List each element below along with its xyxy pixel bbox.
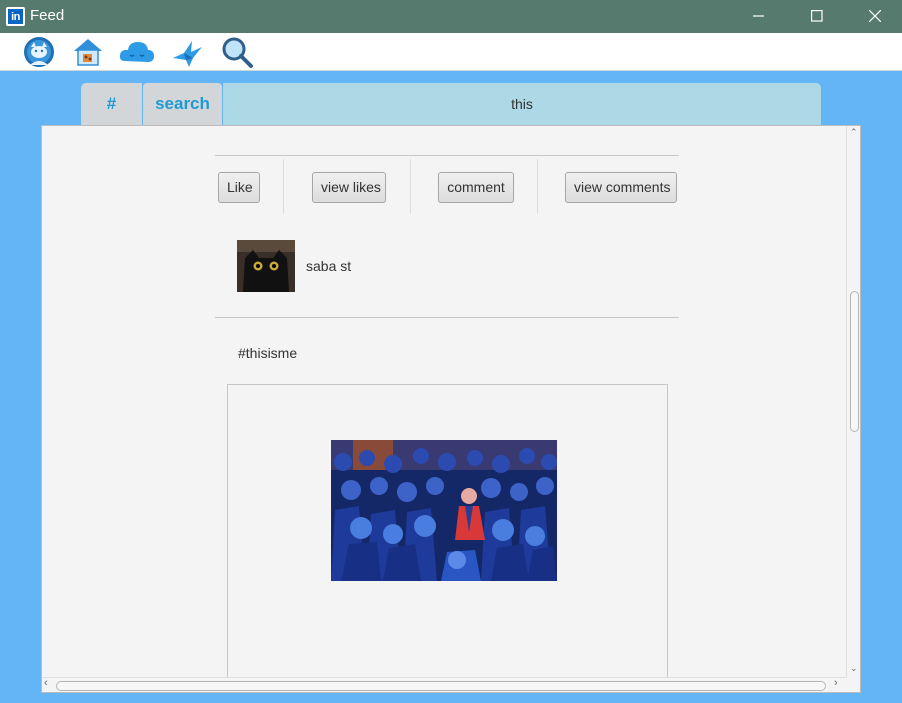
search-tab[interactable]: search xyxy=(143,83,222,125)
scroll-left-icon[interactable]: ‹ xyxy=(44,677,48,689)
vertical-scroll-thumb[interactable] xyxy=(850,291,859,432)
view-comments-button[interactable]: view comments xyxy=(565,172,677,203)
cloud-icon[interactable] xyxy=(119,35,154,69)
logo-text: in xyxy=(8,9,23,24)
minimize-icon xyxy=(753,15,764,17)
maximize-icon xyxy=(811,10,823,22)
comment-button[interactable]: comment xyxy=(438,172,514,203)
hashtag-tab[interactable]: # xyxy=(81,83,142,125)
post-image-frame xyxy=(227,384,668,684)
top-divider xyxy=(215,155,679,156)
scroll-right-icon[interactable]: › xyxy=(834,677,838,689)
close-icon xyxy=(869,10,881,22)
window-title: Feed xyxy=(30,7,65,24)
post-author-name[interactable]: saba st xyxy=(306,258,351,274)
author-divider xyxy=(215,317,679,318)
maximize-button[interactable] xyxy=(788,0,846,33)
action-divider xyxy=(410,159,411,214)
window-titlebar: in Feed xyxy=(0,0,902,33)
post-hashtag[interactable]: #thisisme xyxy=(238,345,297,361)
crowd-illustration-image xyxy=(331,440,557,581)
feed-scrollpane[interactable]: Like view likes comment view comments sa… xyxy=(41,125,861,693)
horizontal-scrollbar[interactable]: ‹ › xyxy=(42,677,847,692)
search-input[interactable] xyxy=(223,83,821,125)
search-field[interactable] xyxy=(223,83,821,125)
vertical-scrollbar[interactable]: ⌃ ⌄ xyxy=(846,126,860,678)
profile-cat-icon[interactable] xyxy=(22,35,56,69)
action-divider xyxy=(283,159,284,214)
minimize-button[interactable] xyxy=(730,0,788,33)
home-icon[interactable] xyxy=(71,35,105,69)
avatar xyxy=(237,240,295,292)
scroll-up-icon[interactable]: ⌃ xyxy=(850,127,858,138)
bird-icon[interactable] xyxy=(170,35,204,69)
action-divider xyxy=(537,159,538,214)
search-magnifier-icon[interactable] xyxy=(220,35,254,69)
view-likes-button[interactable]: view likes xyxy=(312,172,386,203)
scroll-down-icon[interactable]: ⌄ xyxy=(850,663,858,674)
linkedin-logo-icon: in xyxy=(6,7,25,26)
toolbar xyxy=(0,33,902,71)
close-button[interactable] xyxy=(846,0,902,33)
like-button[interactable]: Like xyxy=(218,172,260,203)
horizontal-scroll-thumb[interactable] xyxy=(56,681,826,691)
